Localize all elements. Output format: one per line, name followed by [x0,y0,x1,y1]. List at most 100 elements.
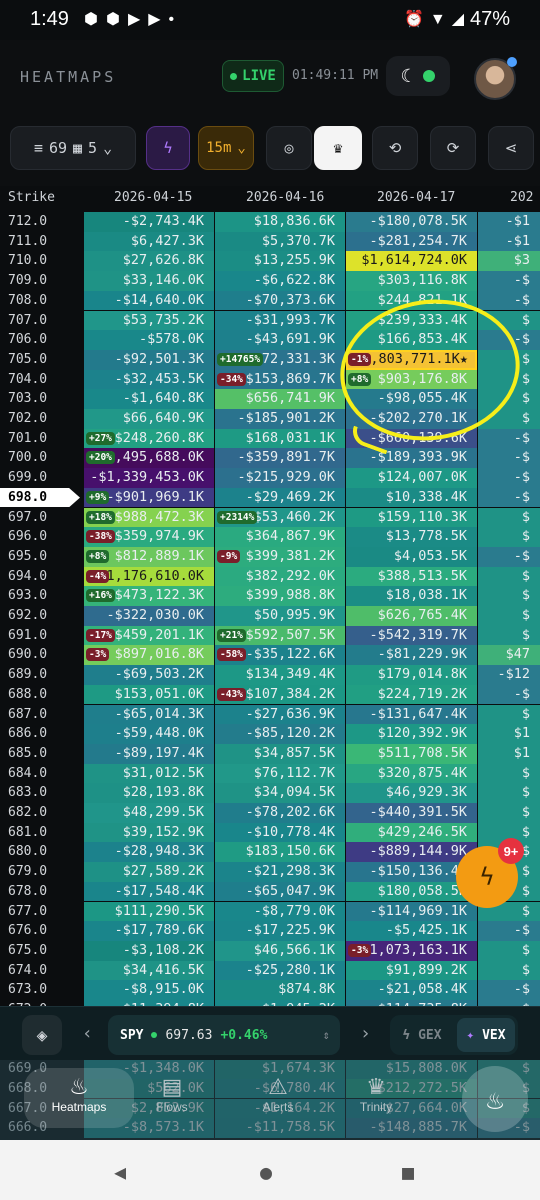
heatmap-cell[interactable]: -$ [478,271,540,291]
heatmap-cell[interactable]: -$ [478,290,540,311]
replay-button[interactable]: ⟲ [372,126,418,170]
heatmap-cell[interactable]: -$ [478,684,540,705]
heatmap-cell[interactable]: -$65,014.3K [84,704,214,725]
heatmap-cell[interactable]: -$21,058.4K [346,980,477,1000]
heatmap-cell[interactable]: -$180,078.5K [346,212,477,232]
heatmap-cell[interactable]: $ [478,783,540,803]
heatmap-cell[interactable]: $ [478,763,540,784]
heatmap-cell[interactable]: $47 [478,645,540,666]
heatmap-cell[interactable]: -$1 [478,212,540,232]
heatmap-cell[interactable]: -$65,047.9K [215,881,345,902]
heatmap-cell[interactable]: $ [478,527,540,547]
heatmap-cell[interactable]: -$578.0K [84,330,214,350]
heatmap-cell[interactable]: $364,867.9K [215,527,345,547]
heatmap-cell[interactable]: $429,246.5K [346,822,477,843]
heatmap-cell[interactable]: $1 [478,724,540,744]
heatmap-cell[interactable]: $5,370.7K [215,231,345,252]
prev-ticker-button[interactable]: ‹ [82,1023,93,1044]
heatmap-cell[interactable]: $111,290.5K [84,901,214,922]
heatmap-cell[interactable]: -$ [478,448,540,469]
recents-button[interactable]: ■ [402,1160,414,1184]
heatmap-cell[interactable]: -$ [478,546,540,567]
heatmap-cell[interactable]: $27,626.8K [84,251,214,272]
heatmap-cell[interactable]: -$322,030.0K [84,606,214,626]
heatmap-cell[interactable]: -$ [478,468,540,488]
heatmap-cell[interactable]: $18,836.6K [215,212,345,232]
heatmap-cell[interactable]: -$6,622.8K [215,271,345,291]
heatmap-cell[interactable]: $159,110.3K [346,507,477,528]
heatmap-cell[interactable]: -$ [478,980,540,1000]
avatar[interactable] [474,57,517,100]
heatmap-cell[interactable]: -$1,495,688.0K +20% [84,448,214,469]
heatmap-cell[interactable]: -$5,425.1K [346,921,477,941]
heatmap-cell[interactable]: -$78,202.6K [215,803,345,823]
heatmap-cell[interactable]: -$8,915.0K [84,980,214,1000]
heatmap-cell[interactable]: -$172,331.3K +14765% [215,349,345,370]
heatmap-cell[interactable]: $1,176,610.0K -4% [84,566,214,587]
heatmap-cell[interactable]: $359,974.9K -38% [84,527,214,547]
heatmap-cell[interactable]: $107,384.2K -43% [215,684,345,705]
heatmap-cell[interactable]: -$114,969.1K [346,901,477,922]
heatmap-cell[interactable]: -$440,391.5K [346,803,477,823]
heatmap-cell[interactable]: $50,995.9K [215,606,345,626]
heatmap-cell[interactable]: -$3,108.2K [84,940,214,961]
heatmap-cell[interactable]: $ [478,606,540,626]
heatmap-cell[interactable]: $91,899.2K [346,960,477,981]
heatmap-cell[interactable]: -$29,469.2K [215,487,345,508]
heatmap-cell[interactable]: -$27,636.9K [215,704,345,725]
heatmap-cell[interactable]: $31,012.5K [84,763,214,784]
heatmap-cell[interactable]: -$131,647.4K [346,704,477,725]
heatmap-cell[interactable]: $511,708.5K [346,743,477,764]
nav-flows[interactable]: ▤ Flows [122,1074,222,1114]
heatmap-cell[interactable]: $183,150.6K [215,842,345,863]
lightning-button[interactable]: ϟ [146,126,190,170]
heatmap-cell[interactable]: $656,741.9K [215,389,345,409]
theme-toggle[interactable]: ☾ [386,56,450,96]
heatmap-cell[interactable]: $988,472.3K +18% [84,507,214,528]
heatmap-cell[interactable]: $382,292.0K [215,566,345,587]
heatmap-cell[interactable]: -$32,453.5K [84,369,214,390]
heatmap-cell[interactable]: -$1,073,163.1K -3% [346,940,477,961]
gex-tab[interactable]: ϟ GEX [393,1018,451,1052]
heatmap-cell[interactable]: $1,614,724.0K [346,251,477,272]
heatmap-cell[interactable]: $6,427.3K [84,231,214,252]
heatmap-cell[interactable]: $303,116.8K [346,271,477,291]
heatmap-cell[interactable]: $224,719.2K [346,684,477,705]
heatmap-cell[interactable]: -$43,691.9K [215,330,345,350]
heatmap-cell[interactable]: $399,988.8K [215,586,345,606]
heatmap-cell[interactable]: $320,875.4K [346,763,477,784]
heatmap-cell[interactable]: -$81,229.9K [346,645,477,666]
heatmap-cell[interactable]: $10,338.4K [346,487,477,508]
heatmap-cell[interactable]: -$ [478,428,540,449]
heatmap-cell[interactable]: $ [478,586,540,606]
heatmap-cell[interactable]: -$10,778.4K [215,822,345,843]
heatmap-cell[interactable]: -$ [478,921,540,941]
heatmap-cell[interactable]: -$69,503.2K [84,665,214,685]
fire-button[interactable]: ♨ [462,1066,528,1132]
heatmap-cell[interactable]: $34,094.5K [215,783,345,803]
heatmap-cell[interactable]: $46,566.1K [215,940,345,961]
refresh-button[interactable]: ⟳ [430,126,476,170]
heatmap-cell[interactable]: -$1 [478,231,540,252]
heatmap-cell[interactable]: $34,416.5K [84,960,214,981]
heatmap-cell[interactable]: $28,193.8K [84,783,214,803]
heatmap-cell[interactable]: $46,929.3K [346,783,477,803]
heatmap-cell[interactable]: $34,857.5K [215,743,345,764]
target-button[interactable]: ◎ [266,126,312,170]
heatmap-cell[interactable]: -$31,993.7K [215,310,345,331]
interval-selector[interactable]: 15m ⌄ [198,126,254,170]
heatmap-cell[interactable]: $592,507.5K +21% [215,625,345,646]
heatmap-cell[interactable]: $13,778.5K [346,527,477,547]
heatmap-cell[interactable]: -$281,254.7K [346,231,477,252]
heatmap-cell[interactable]: -$1,640.8K [84,389,214,409]
heatmap-cell[interactable]: $124,007.0K [346,468,477,488]
flash-fab[interactable]: ϟ 9+ [456,838,524,908]
ticker-selector[interactable]: SPY 697.63 +0.46% ⇕ [108,1015,340,1055]
heatmap-cell[interactable]: $33,146.0K [84,271,214,291]
heatmap-cell[interactable]: -$14,640.0K [84,290,214,311]
heatmap-cell[interactable]: -$153,869.7K -34% [215,369,345,390]
heatmap-cell[interactable]: -$85,120.2K [215,724,345,744]
heatmap-cell[interactable]: -$189,393.9K [346,448,477,469]
heatmap-cell[interactable]: $ [478,803,540,823]
nav-alerts[interactable]: ⚠ Alerts [228,1074,328,1114]
